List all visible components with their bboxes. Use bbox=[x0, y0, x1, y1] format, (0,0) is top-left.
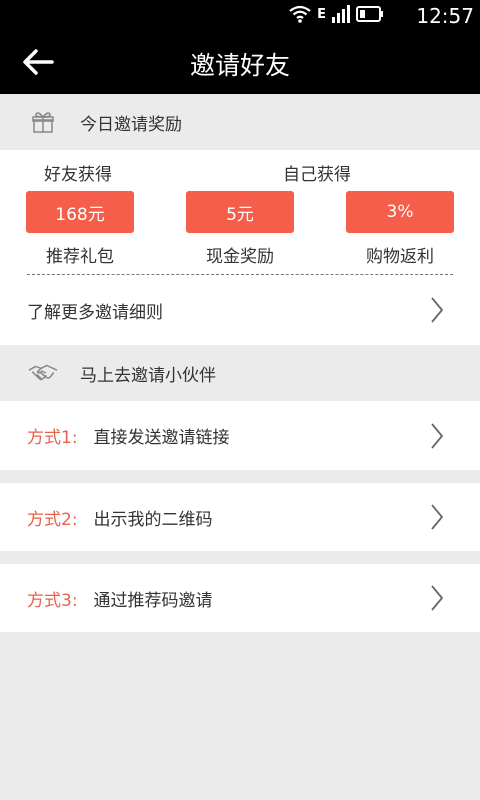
reward-gift-pack-button[interactable]: 168元 bbox=[26, 191, 134, 233]
invite-title: 马上去邀请小伙伴 bbox=[80, 365, 216, 386]
self-reward-heading: 自己获得 bbox=[283, 165, 351, 185]
more-rules-label: 了解更多邀请细则 bbox=[27, 302, 163, 323]
battery-icon bbox=[356, 6, 383, 22]
method-text: 出示我的二维码 bbox=[93, 509, 213, 530]
chevron-right-icon bbox=[431, 585, 444, 611]
method-text: 直接发送邀请链接 bbox=[93, 428, 230, 448]
friend-reward-heading: 好友获得 bbox=[44, 165, 112, 185]
method-text: 通过推荐码邀请 bbox=[93, 590, 213, 611]
reward-gift-pack-label: 推荐礼包 bbox=[46, 247, 114, 267]
status-bar: E 12:57 bbox=[0, 0, 480, 30]
status-time: 12:57 bbox=[416, 4, 474, 28]
invite-method-qrcode-row[interactable]: 方式2: 出示我的二维码 bbox=[0, 483, 480, 551]
wifi-icon bbox=[289, 5, 311, 23]
chevron-right-icon bbox=[431, 504, 444, 530]
network-type-label: E bbox=[317, 6, 326, 22]
reward-rebate-label: 购物返利 bbox=[366, 247, 434, 267]
reward-cash-button[interactable]: 5元 bbox=[186, 191, 294, 233]
more-rules-row[interactable]: 了解更多邀请细则 bbox=[0, 275, 480, 345]
chevron-right-icon bbox=[431, 297, 444, 323]
reward-rebate-button[interactable]: 3% bbox=[346, 191, 454, 233]
method-prefix: 方式1: bbox=[27, 428, 78, 448]
method-prefix: 方式3: bbox=[27, 590, 78, 611]
invite-method-code-row[interactable]: 方式3: 通过推荐码邀请 bbox=[0, 564, 480, 632]
reward-cash-label: 现金奖励 bbox=[206, 247, 274, 267]
status-icons: E bbox=[289, 5, 384, 23]
today-reward-title: 今日邀请奖励 bbox=[80, 114, 182, 135]
gift-icon bbox=[28, 110, 58, 134]
method-prefix: 方式2: bbox=[27, 509, 78, 530]
signal-icon bbox=[332, 5, 350, 23]
page-title: 邀请好友 bbox=[189, 51, 290, 80]
today-reward-header: 今日邀请奖励 bbox=[0, 94, 480, 150]
title-bar: 邀请好友 bbox=[0, 30, 480, 94]
handshake-icon bbox=[28, 362, 58, 384]
invite-header: 马上去邀请小伙伴 bbox=[0, 345, 480, 401]
invite-method-link-row[interactable]: 方式1: 直接发送邀请链接 bbox=[0, 401, 480, 470]
chevron-right-icon bbox=[431, 422, 444, 449]
